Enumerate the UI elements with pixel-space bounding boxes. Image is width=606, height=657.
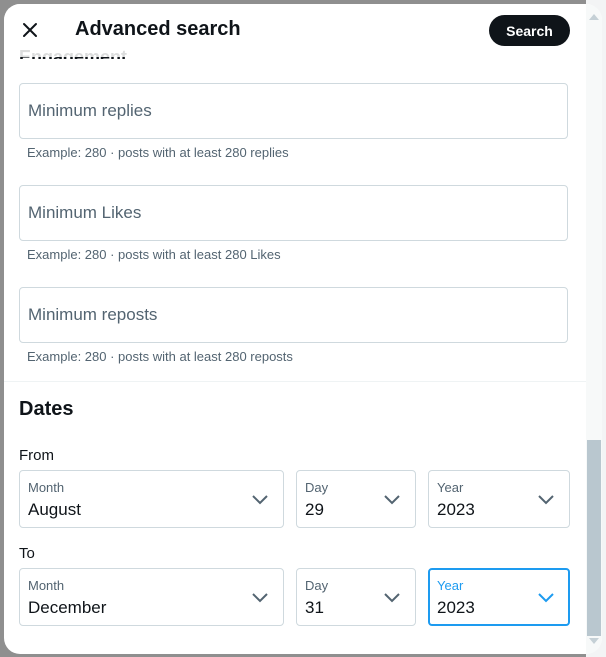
from-label: From	[19, 447, 54, 464]
to-day-label: Day	[305, 578, 329, 593]
close-icon	[23, 23, 37, 37]
dialog-header: Advanced search Search	[4, 4, 586, 57]
chevron-down-icon	[252, 593, 268, 603]
section-divider	[4, 381, 586, 382]
scroll-up-arrow-icon[interactable]	[589, 14, 599, 20]
minimum-likes-hint: Example: 280 · posts with at least 280 L…	[27, 247, 281, 262]
chevron-down-icon	[538, 495, 554, 505]
from-month-value: August	[28, 500, 81, 519]
from-year-label: Year	[437, 480, 464, 495]
minimum-replies-field[interactable]	[19, 83, 568, 139]
dialog-scrollbar[interactable]	[586, 4, 602, 654]
from-day-label: Day	[305, 480, 329, 495]
from-year-select[interactable]: Year 2023	[428, 470, 570, 528]
minimum-reposts-input[interactable]	[20, 288, 567, 342]
minimum-likes-field[interactable]	[19, 185, 568, 241]
from-day-value: 29	[305, 500, 324, 519]
minimum-likes-input[interactable]	[20, 186, 567, 240]
minimum-reposts-field[interactable]	[19, 287, 568, 343]
to-month-label: Month	[28, 578, 65, 593]
scroll-down-arrow-icon[interactable]	[589, 638, 599, 644]
to-day-value: 31	[305, 598, 324, 617]
from-month-label: Month	[28, 480, 65, 495]
chevron-down-icon	[252, 495, 268, 505]
from-day-select[interactable]: Day 29	[296, 470, 416, 528]
to-month-select[interactable]: Month December	[19, 568, 284, 626]
dialog-title: Advanced search	[75, 18, 241, 40]
to-label: To	[19, 545, 35, 562]
minimum-replies-input[interactable]	[20, 84, 567, 138]
from-month-select[interactable]: Month August	[19, 470, 284, 528]
to-year-label: Year	[437, 578, 464, 593]
dates-heading: Dates	[19, 398, 74, 420]
close-button[interactable]	[14, 14, 46, 46]
to-month-value: December	[28, 598, 107, 617]
to-year-select[interactable]: Year 2023	[428, 568, 570, 626]
chevron-down-icon	[384, 495, 400, 505]
chevron-down-icon	[384, 593, 400, 603]
from-year-value: 2023	[437, 500, 475, 519]
scrollbar-thumb[interactable]	[587, 440, 601, 636]
to-year-value: 2023	[437, 598, 475, 617]
dialog-scroll-area: Engagement Advanced search Search Exampl…	[4, 4, 586, 654]
minimum-reposts-hint: Example: 280 · posts with at least 280 r…	[27, 349, 293, 364]
to-day-select[interactable]: Day 31	[296, 568, 416, 626]
minimum-replies-hint: Example: 280 · posts with at least 280 r…	[27, 145, 289, 160]
chevron-down-icon	[538, 593, 554, 603]
search-button[interactable]: Search	[489, 15, 570, 46]
advanced-search-dialog: Engagement Advanced search Search Exampl…	[4, 4, 602, 654]
